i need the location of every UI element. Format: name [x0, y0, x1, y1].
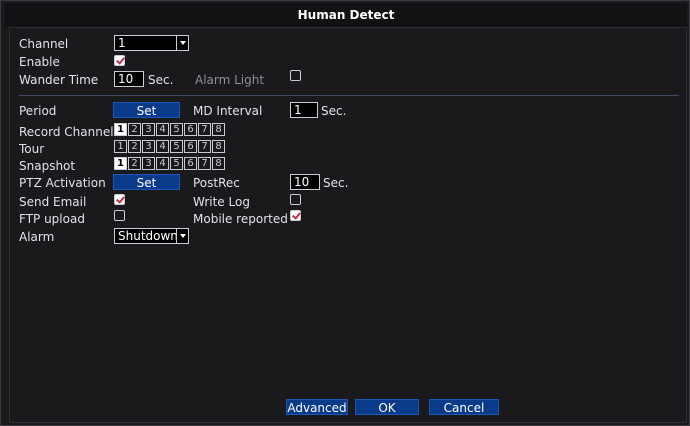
- tour-label: Tour: [19, 142, 45, 156]
- snapshot-channel-selector: 12345678: [114, 157, 225, 170]
- channel-label: Channel: [19, 37, 69, 51]
- tour-channel-selector: 12345678: [114, 140, 225, 153]
- postrec-unit: Sec.: [323, 176, 349, 190]
- record-channel-4[interactable]: 4: [156, 123, 169, 136]
- snapshot-channel-2[interactable]: 2: [128, 157, 141, 170]
- wander-time-input[interactable]: 10: [114, 71, 144, 87]
- dialog-title: Human Detect: [5, 3, 687, 27]
- alarm-label: Alarm: [19, 230, 55, 244]
- mobile-reported-label: Mobile reported: [193, 212, 288, 226]
- snapshot-channel-7[interactable]: 7: [198, 157, 211, 170]
- snapshot-channel-8[interactable]: 8: [212, 157, 225, 170]
- snapshot-channel-3[interactable]: 3: [142, 157, 155, 170]
- enable-label: Enable: [19, 55, 60, 69]
- tour-channel-3[interactable]: 3: [142, 140, 155, 153]
- ptz-activation-label: PTZ Activation: [19, 176, 106, 190]
- send-email-label: Send Email: [19, 195, 87, 209]
- chevron-down-icon: [176, 229, 188, 243]
- settings-panel: [9, 27, 687, 423]
- tour-channel-5[interactable]: 5: [170, 140, 183, 153]
- postrec-label: PostRec: [193, 176, 240, 190]
- tour-channel-7[interactable]: 7: [198, 140, 211, 153]
- cancel-button[interactable]: Cancel: [429, 399, 499, 415]
- wander-time-unit: Sec.: [148, 73, 174, 87]
- tour-channel-6[interactable]: 6: [184, 140, 197, 153]
- snapshot-channel-1[interactable]: 1: [114, 157, 127, 170]
- chevron-down-icon: [176, 36, 188, 50]
- human-detect-dialog: Human Detect Channel 1 Enable Wander Tim…: [0, 0, 690, 426]
- record-channel-8[interactable]: 8: [212, 123, 225, 136]
- tour-channel-8[interactable]: 8: [212, 140, 225, 153]
- period-set-button[interactable]: Set: [113, 102, 180, 118]
- alarm-select[interactable]: Shutdown: [114, 228, 189, 244]
- write-log-label: Write Log: [193, 195, 250, 209]
- snapshot-channel-5[interactable]: 5: [170, 157, 183, 170]
- record-channel-5[interactable]: 5: [170, 123, 183, 136]
- mobile-reported-checkbox[interactable]: [290, 210, 301, 221]
- enable-checkbox[interactable]: [114, 55, 125, 66]
- channel-select[interactable]: 1: [114, 35, 189, 51]
- channel-select-value: 1: [118, 36, 126, 50]
- snapshot-channel-4[interactable]: 4: [156, 157, 169, 170]
- md-interval-input[interactable]: 1: [290, 102, 318, 118]
- record-channel-2[interactable]: 2: [128, 123, 141, 136]
- md-interval-unit: Sec.: [321, 104, 347, 118]
- ftp-upload-label: FTP upload: [19, 212, 85, 226]
- wander-time-label: Wander Time: [19, 73, 99, 87]
- send-email-checkbox[interactable]: [114, 194, 125, 205]
- record-channel-6[interactable]: 6: [184, 123, 197, 136]
- md-interval-label: MD Interval: [193, 104, 263, 118]
- ptz-set-button[interactable]: Set: [113, 174, 180, 190]
- tour-channel-2[interactable]: 2: [128, 140, 141, 153]
- record-channel-label: Record Channel: [19, 125, 114, 139]
- section-divider: [19, 95, 679, 96]
- period-label: Period: [19, 104, 57, 118]
- ok-button[interactable]: OK: [355, 399, 419, 415]
- record-channel-7[interactable]: 7: [198, 123, 211, 136]
- record-channel-1[interactable]: 1: [114, 123, 127, 136]
- snapshot-label: Snapshot: [19, 159, 76, 173]
- snapshot-channel-6[interactable]: 6: [184, 157, 197, 170]
- record-channel-selector: 12345678: [114, 123, 225, 136]
- record-channel-3[interactable]: 3: [142, 123, 155, 136]
- alarm-light-label: Alarm Light: [195, 73, 265, 87]
- tour-channel-1[interactable]: 1: [114, 140, 127, 153]
- tour-channel-4[interactable]: 4: [156, 140, 169, 153]
- advanced-button[interactable]: Advanced: [286, 399, 348, 415]
- postrec-input[interactable]: 10: [290, 174, 320, 190]
- alarm-light-checkbox[interactable]: [290, 70, 301, 81]
- alarm-select-value: Shutdown: [118, 229, 178, 243]
- write-log-checkbox[interactable]: [290, 194, 301, 205]
- ftp-upload-checkbox[interactable]: [114, 210, 125, 221]
